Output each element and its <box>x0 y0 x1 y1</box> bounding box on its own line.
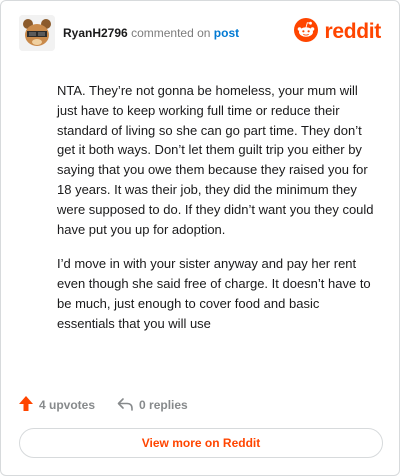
comment-meta: RyanH2796 commented on post <box>63 26 239 40</box>
comment-paragraph-1: NTA. They’re not gonna be homeless, your… <box>57 83 374 237</box>
comment-stats: 4 upvotes 0 replies <box>19 395 210 415</box>
reddit-brand[interactable]: reddit <box>294 17 381 47</box>
username[interactable]: RyanH2796 <box>63 26 128 40</box>
replies-stat[interactable]: 0 replies <box>117 397 188 414</box>
reddit-wordmark: reddit <box>324 20 381 43</box>
comment-paragraph-2: I’d move in with your sister anyway and … <box>57 256 371 331</box>
upvotes-count: 4 upvotes <box>39 398 96 412</box>
comment-body: NTA. They’re not gonna be homeless, your… <box>57 81 375 349</box>
comment-header: RyanH2796 commented on post reddit <box>19 15 381 55</box>
avatar-icon[interactable] <box>19 15 55 51</box>
replies-count: 0 replies <box>139 398 188 412</box>
view-more-button[interactable]: View more on Reddit <box>19 428 383 458</box>
upvote-arrow-icon <box>19 396 39 414</box>
reddit-logo-icon <box>294 17 319 47</box>
action-text: commented on <box>131 26 211 40</box>
comment-embed-card: RyanH2796 commented on post reddit NTA. … <box>0 0 400 476</box>
upvotes-stat[interactable]: 4 upvotes <box>19 396 95 414</box>
reply-arrow-icon <box>117 397 139 414</box>
post-link[interactable]: post <box>214 26 239 40</box>
